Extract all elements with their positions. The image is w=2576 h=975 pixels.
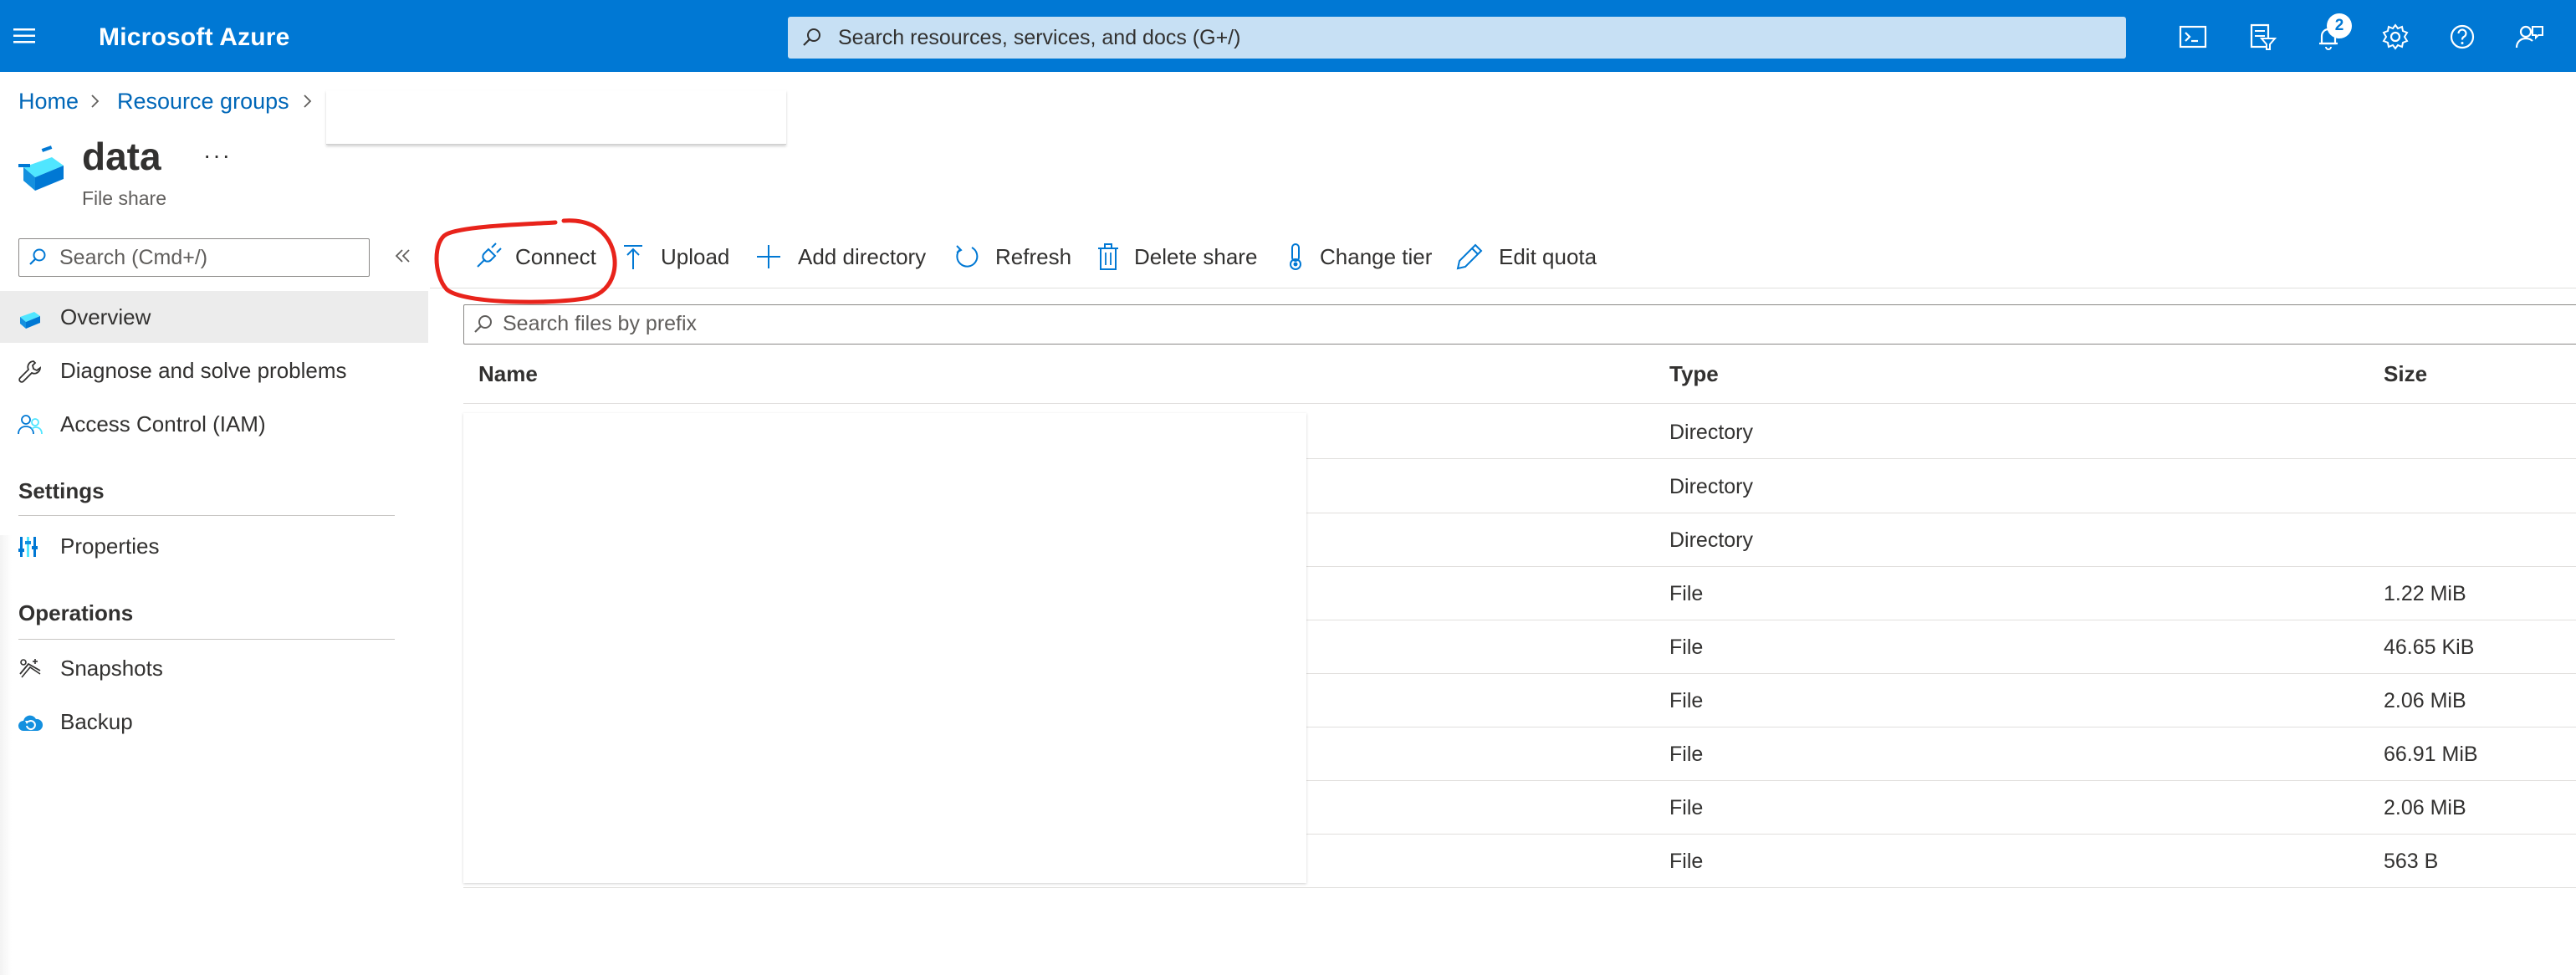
notification-count-badge: 2 bbox=[2327, 13, 2352, 38]
red-annotation-circle bbox=[430, 216, 622, 309]
row-type: File bbox=[1669, 636, 1704, 659]
people-icon bbox=[17, 411, 43, 438]
row-size: 2.06 MiB bbox=[2384, 689, 2466, 712]
column-header-type[interactable]: Type bbox=[1669, 361, 1719, 387]
row-size: 2.06 MiB bbox=[2384, 796, 2466, 819]
plus-icon bbox=[756, 242, 785, 271]
redacted-file-names bbox=[463, 413, 1306, 883]
upload-button-label: Upload bbox=[661, 244, 730, 269]
upload-button[interactable]: Upload bbox=[621, 239, 729, 276]
row-type: File bbox=[1669, 796, 1704, 819]
nav-divider bbox=[18, 515, 395, 516]
backup-cloud-icon bbox=[17, 709, 43, 736]
file-search-placeholder: Search files by prefix bbox=[503, 312, 698, 335]
directory-filter-icon[interactable] bbox=[2245, 20, 2278, 54]
more-options-ellipsis[interactable]: ··· bbox=[203, 142, 232, 169]
change-tier-button[interactable]: Change tier bbox=[1283, 239, 1450, 276]
delete-share-button[interactable]: Delete share bbox=[1096, 239, 1263, 276]
row-type: File bbox=[1669, 689, 1704, 712]
nav-item-properties[interactable]: Properties bbox=[0, 520, 428, 572]
search-icon bbox=[473, 314, 494, 335]
properties-icon bbox=[17, 533, 43, 560]
nav-item-label: Access Control (IAM) bbox=[60, 411, 266, 436]
row-type: Directory bbox=[1669, 528, 1754, 552]
row-type: Directory bbox=[1669, 421, 1754, 444]
row-size: 563 B bbox=[2384, 850, 2439, 873]
row-type: Directory bbox=[1669, 475, 1754, 498]
nav-item-label: Properties bbox=[60, 533, 160, 559]
nav-search-input[interactable]: Search (Cmd+/) bbox=[18, 238, 370, 277]
add-directory-button[interactable]: Add directory bbox=[756, 239, 932, 276]
nav-section-operations: Operations bbox=[18, 600, 134, 625]
feedback-person-icon[interactable] bbox=[2512, 20, 2546, 54]
column-header-name[interactable]: Name bbox=[478, 361, 538, 387]
add-directory-button-label: Add directory bbox=[798, 244, 927, 269]
edit-quota-button-label: Edit quota bbox=[1499, 244, 1597, 269]
global-search-placeholder: Search resources, services, and docs (G+… bbox=[838, 26, 1241, 49]
row-type: File bbox=[1669, 850, 1704, 873]
search-icon bbox=[801, 27, 823, 48]
refresh-button-label: Refresh bbox=[995, 244, 1072, 269]
nav-item-label: Backup bbox=[60, 709, 133, 734]
refresh-icon bbox=[953, 242, 982, 271]
global-search-box[interactable]: Search resources, services, and docs (G+… bbox=[788, 17, 2126, 59]
row-type: File bbox=[1669, 582, 1704, 605]
nav-item-label: Overview bbox=[60, 304, 151, 329]
file-share-icon bbox=[17, 304, 43, 331]
breadcrumb-resource-groups[interactable]: Resource groups bbox=[117, 89, 289, 115]
row-size: 46.65 KiB bbox=[2384, 636, 2475, 659]
thermometer-icon bbox=[1283, 242, 1311, 271]
page-subtitle: File share bbox=[82, 187, 166, 209]
row-size: 1.22 MiB bbox=[2384, 582, 2466, 605]
chevron-right-icon bbox=[87, 92, 104, 110]
wrench-icon bbox=[17, 358, 43, 385]
settings-gear-icon[interactable] bbox=[2379, 20, 2412, 54]
nav-panel-edge bbox=[0, 535, 12, 975]
nav-search-placeholder: Search (Cmd+/) bbox=[59, 246, 208, 269]
file-search-input[interactable]: Search files by prefix bbox=[463, 304, 2576, 345]
column-header-size[interactable]: Size bbox=[2384, 361, 2427, 387]
nav-item-label: Diagnose and solve problems bbox=[60, 358, 347, 383]
edit-quota-button[interactable]: Edit quota bbox=[1455, 239, 1606, 276]
nav-item-access-control[interactable]: Access Control (IAM) bbox=[0, 398, 428, 450]
nav-item-backup[interactable]: Backup bbox=[0, 696, 428, 748]
nav-item-overview[interactable]: Overview bbox=[0, 291, 428, 343]
help-question-icon[interactable] bbox=[2446, 20, 2479, 54]
snapshots-icon bbox=[17, 656, 43, 682]
nav-item-diagnose[interactable]: Diagnose and solve problems bbox=[0, 345, 428, 396]
top-bar: Microsoft Azure Search resources, servic… bbox=[0, 0, 2576, 72]
page-title: data bbox=[82, 135, 161, 178]
hamburger-menu-icon[interactable] bbox=[12, 23, 37, 48]
trash-icon bbox=[1096, 242, 1124, 271]
nav-section-settings: Settings bbox=[18, 478, 105, 503]
table-header-divider bbox=[463, 403, 2576, 404]
search-icon bbox=[28, 248, 48, 268]
chevron-right-icon bbox=[299, 92, 316, 110]
change-tier-button-label: Change tier bbox=[1320, 244, 1433, 269]
nav-divider bbox=[18, 639, 395, 640]
upload-arrow-icon bbox=[621, 242, 649, 271]
delete-share-button-label: Delete share bbox=[1134, 244, 1258, 269]
breadcrumb-home[interactable]: Home bbox=[18, 89, 79, 115]
portal-brand[interactable]: Microsoft Azure bbox=[99, 23, 290, 52]
refresh-button[interactable]: Refresh bbox=[953, 239, 1071, 276]
cloud-shell-icon[interactable] bbox=[2176, 20, 2210, 54]
row-size: 66.91 MiB bbox=[2384, 743, 2478, 766]
file-share-icon bbox=[17, 142, 70, 196]
nav-item-snapshots[interactable]: Snapshots bbox=[0, 642, 428, 694]
pencil-icon bbox=[1455, 242, 1484, 271]
breadcrumb-redacted-box bbox=[326, 90, 786, 145]
row-type: File bbox=[1669, 743, 1704, 766]
collapse-double-chevron-icon[interactable] bbox=[393, 246, 413, 266]
nav-item-label: Snapshots bbox=[60, 656, 163, 681]
